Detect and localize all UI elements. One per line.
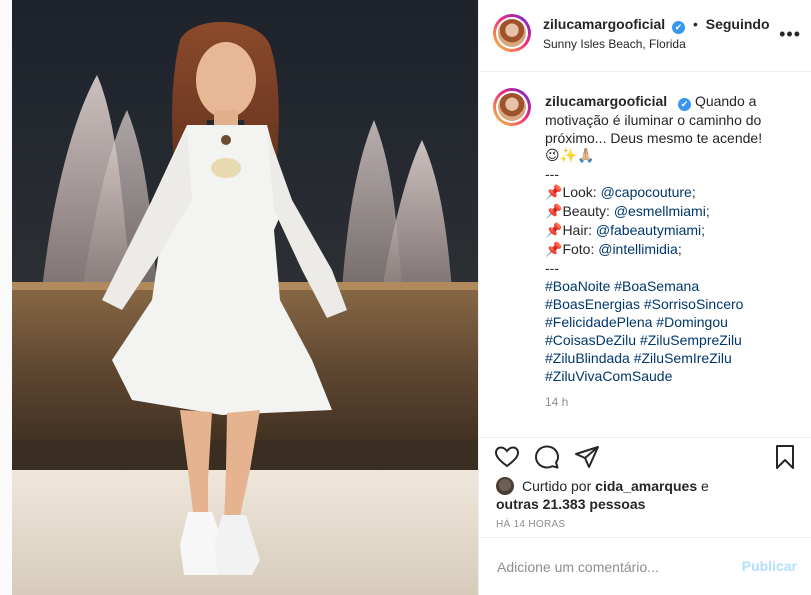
liker-avatar[interactable] bbox=[496, 477, 514, 495]
caption-author-avatar[interactable] bbox=[493, 88, 531, 126]
credit-foto-label: Foto: bbox=[562, 241, 599, 257]
likes-prefix: Curtido por bbox=[522, 478, 592, 494]
hashtag-line[interactable]: #ZiluBlindada #ZiluSemIreZilu bbox=[545, 349, 805, 367]
bookmark-icon[interactable] bbox=[771, 443, 799, 471]
likes-summary: Curtido por cida_amarques e outras 21.38… bbox=[496, 477, 796, 513]
post-caption: zilucamargooficial ✔ Quando a motivação … bbox=[545, 92, 805, 385]
credit-foto: 📌Foto: @intellimidia; bbox=[545, 241, 682, 258]
following-button[interactable]: Seguindo bbox=[706, 16, 770, 32]
post-location[interactable]: Sunny Isles Beach, Florida bbox=[543, 37, 686, 51]
instagram-post-view: zilucamargooficial ✔ • Seguindo Sunny Is… bbox=[0, 0, 811, 595]
caption-separator: --- bbox=[545, 260, 559, 276]
pin-icon: 📌 bbox=[545, 242, 563, 258]
comment-input[interactable] bbox=[495, 556, 729, 578]
mention-link[interactable]: @intellimidia bbox=[598, 241, 678, 257]
pin-icon: 📌 bbox=[545, 204, 563, 220]
share-icon[interactable] bbox=[573, 443, 601, 471]
hashtag-line[interactable]: #BoasEnergias #SorrisoSincero bbox=[545, 295, 805, 313]
author-username[interactable]: zilucamargooficial bbox=[543, 16, 665, 32]
publish-button[interactable]: Publicar bbox=[742, 558, 797, 574]
credit-hair: 📌Hair: @fabeautymiami; bbox=[545, 222, 706, 239]
page-background bbox=[0, 0, 12, 595]
hashtag-line[interactable]: #BoaNoite #BoaSemana bbox=[545, 277, 805, 295]
caption-username[interactable]: zilucamargooficial bbox=[545, 93, 667, 109]
likes-conjunction: e bbox=[701, 478, 709, 494]
caption-time[interactable]: 14 h bbox=[545, 395, 568, 409]
pin-icon: 📌 bbox=[545, 185, 563, 201]
caption-avatar-image bbox=[498, 93, 526, 121]
likes-count[interactable]: outras 21.383 pessoas bbox=[496, 495, 796, 513]
hashtag-line[interactable]: #ZiluVivaComSaude bbox=[545, 367, 805, 385]
credit-look-label: Look: bbox=[562, 184, 601, 200]
add-comment-bar: Publicar bbox=[479, 537, 811, 595]
caption-separator: --- bbox=[545, 166, 559, 182]
posted-time[interactable]: HÁ 14 HORAS bbox=[496, 519, 565, 530]
hashtag-line[interactable]: #CoisasDeZilu #ZiluSempreZilu bbox=[545, 331, 805, 349]
liker-username[interactable]: cida_amarques bbox=[595, 478, 697, 494]
post-photo[interactable] bbox=[12, 0, 478, 595]
post-details-panel: zilucamargooficial ✔ • Seguindo Sunny Is… bbox=[478, 0, 811, 595]
comment-icon[interactable] bbox=[533, 443, 561, 471]
verified-icon: ✔ bbox=[678, 98, 692, 111]
mention-link[interactable]: @fabeautymiami bbox=[596, 222, 701, 238]
caption-emojis: 😉✨🙏🏼 bbox=[545, 148, 595, 164]
verified-icon: ✔ bbox=[672, 21, 686, 34]
header-user-line: zilucamargooficial ✔ • Seguindo bbox=[543, 16, 770, 34]
hashtag-line[interactable]: #FelicidadePlena #Domingou bbox=[545, 313, 805, 331]
author-avatar[interactable] bbox=[493, 14, 531, 52]
more-options-icon[interactable]: ••• bbox=[779, 24, 801, 45]
pin-icon: 📌 bbox=[545, 223, 563, 239]
separator-dot: • bbox=[692, 16, 698, 32]
mention-link[interactable]: @esmellmiami bbox=[614, 203, 706, 219]
credit-beauty: 📌Beauty: @esmellmiami; bbox=[545, 203, 710, 220]
mention-link[interactable]: @capocouture bbox=[601, 184, 692, 200]
action-bar bbox=[479, 437, 811, 475]
credit-hair-label: Hair: bbox=[562, 222, 596, 238]
author-avatar-image bbox=[498, 19, 526, 47]
post-header: zilucamargooficial ✔ • Seguindo Sunny Is… bbox=[479, 0, 811, 72]
heart-icon[interactable] bbox=[493, 443, 521, 471]
credit-beauty-label: Beauty: bbox=[562, 203, 614, 219]
credit-look: 📌Look: @capocouture; bbox=[545, 184, 696, 201]
post-photo-image bbox=[12, 0, 478, 595]
